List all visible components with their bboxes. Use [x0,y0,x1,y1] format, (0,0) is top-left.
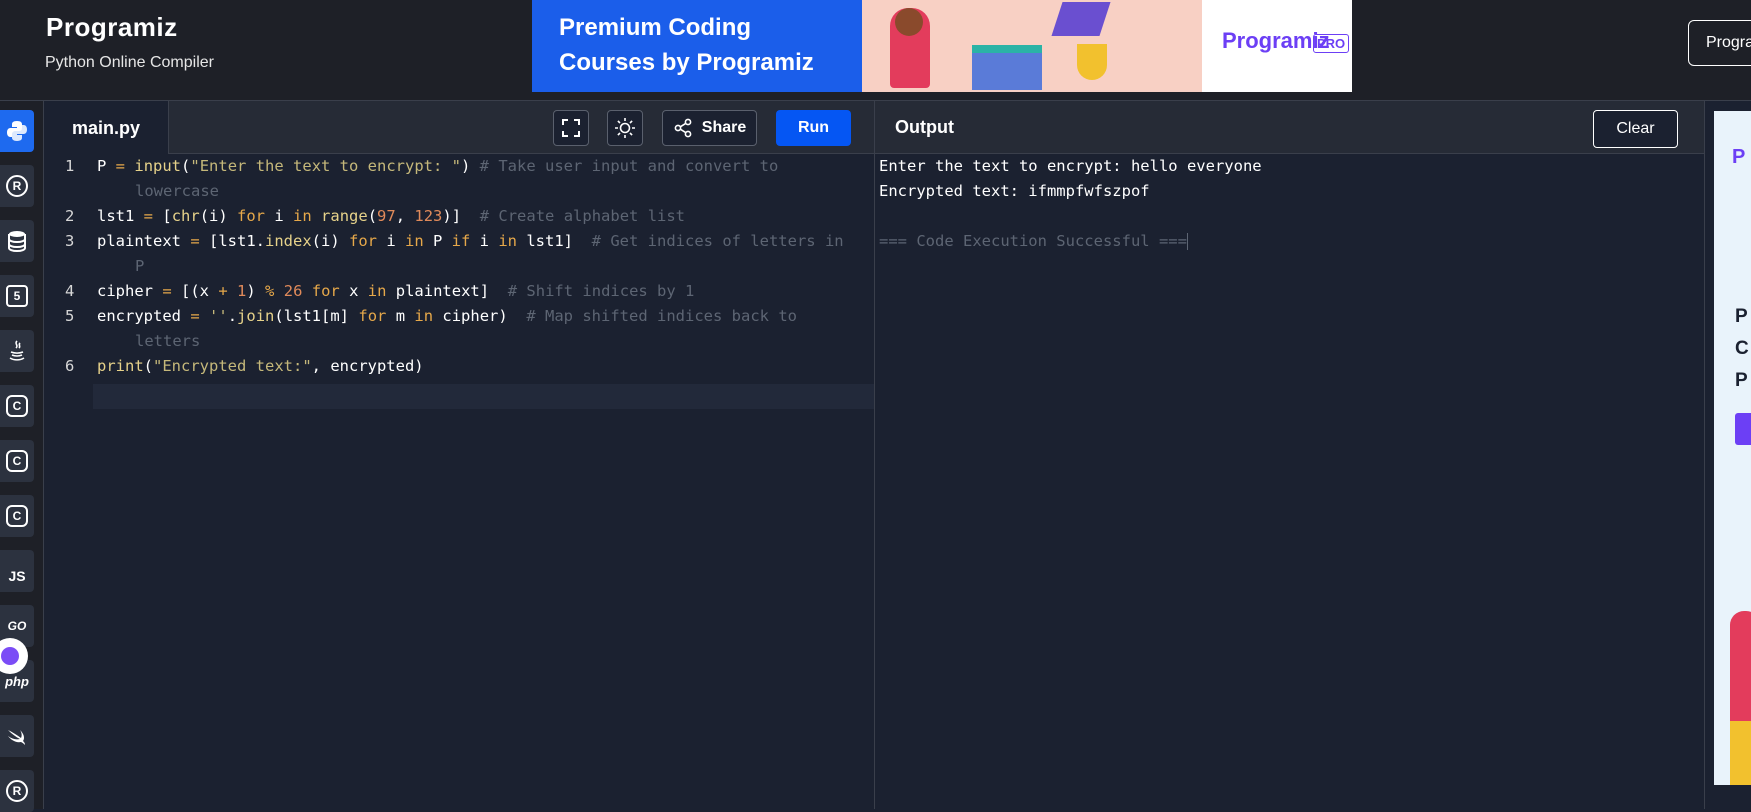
output-line: Enter the text to encrypt: hello everyon… [879,157,1262,175]
run-button[interactable]: Run [776,110,851,146]
line-number: 5 [65,307,75,325]
page-subtitle: Python Online Compiler [45,54,214,71]
banner-line-2: Courses by Programiz [559,49,814,76]
lang-java[interactable] [0,330,34,372]
person-head-illustration [895,8,923,36]
brain-icon [1,647,19,665]
code-line[interactable]: P = input("Enter the text to encrypt: ")… [97,157,778,175]
banner-illustration [862,0,1202,92]
side-ad-line: C [1735,338,1749,359]
lang-sql[interactable] [0,220,34,262]
line-number: 3 [65,232,75,250]
line-number: 1 [65,157,75,175]
fullscreen-button[interactable] [553,110,589,146]
side-ad-line: P [1735,370,1748,391]
lang-python[interactable] [0,110,34,152]
language-sidebar: R 5 C C C JS GO php R [0,101,44,812]
app-header: Programiz Python Online Compiler Premium… [0,0,1751,101]
execution-status-text: === Code Execution Successful === [879,232,1187,250]
text-cursor [1186,233,1188,250]
books-illustration [972,45,1042,90]
sun-icon [615,118,635,138]
javascript-icon: JS [8,568,26,584]
active-line-highlight [93,384,874,409]
banner-brand-panel: Programiz PRO [1202,0,1352,92]
code-line-wrap: P [135,257,145,275]
tab-main-py[interactable]: main.py [45,101,169,154]
code-line[interactable]: cipher = [(x + 1) % 26 for x in plaintex… [97,282,694,300]
code-line[interactable]: lst1 = [chr(i) for i in range(97, 123)] … [97,207,685,225]
output-title: Output [895,117,954,137]
java-icon [9,340,25,361]
lang-cpp[interactable]: C [0,440,34,482]
banner-line-1: Premium Coding [559,14,752,41]
code-editor[interactable]: 1 P = input("Enter the text to encrypt: … [45,154,874,809]
share-button[interactable]: Share [662,110,757,146]
programiz-logo[interactable]: Programiz [46,12,178,43]
output-line: Encrypted text: ifmmpfwfszpof [879,182,1150,200]
lang-rust[interactable]: R [0,770,34,812]
side-ad-text: P C P [1735,301,1749,397]
lang-javascript[interactable]: JS [0,550,34,592]
programiz-pro-button[interactable]: Progra [1688,20,1751,66]
lang-csharp[interactable]: C [0,495,34,537]
promo-banner[interactable]: Premium Coding Courses by Programiz Prog… [532,0,1352,92]
side-advertisement[interactable]: P P C P [1714,111,1751,785]
lang-swift[interactable] [0,715,34,757]
trophy-illustration [1077,44,1107,80]
code-line[interactable]: encrypted = ''.join(lst1[m] for m in cip… [97,307,797,325]
side-ad-logo: P [1732,146,1746,168]
graduation-cap-illustration [1051,2,1111,36]
share-icon [674,118,692,138]
fullscreen-icon [562,119,580,137]
python-icon [7,121,27,141]
c-icon: C [6,395,28,417]
pane-divider[interactable] [874,101,875,809]
php-icon: php [5,673,29,689]
code-line[interactable]: plaintext = [lst1.index(i) for i in P if… [97,232,844,250]
code-line-wrap: lowercase [135,182,219,200]
pro-badge: PRO [1313,34,1350,53]
csharp-icon: C [6,505,28,527]
output-toolbar: Output Clear [875,101,1704,154]
banner-text: Premium Coding Courses by Programiz [559,10,814,80]
clear-button[interactable]: Clear [1593,110,1678,148]
swift-icon [8,730,25,745]
r-icon: R [6,175,28,197]
line-number: 2 [65,207,75,225]
html5-icon: 5 [6,285,28,307]
rust-icon: R [6,780,28,802]
side-ad-cta-button[interactable] [1735,413,1751,445]
code-line[interactable]: print("Encrypted text:", encrypted) [97,357,424,375]
execution-status: === Code Execution Successful === [879,232,1188,250]
lang-r[interactable]: R [0,165,34,207]
database-icon [8,231,26,252]
person-legs-illustration [1730,721,1751,785]
side-ad-line: P [1735,306,1748,327]
theme-toggle-button[interactable] [607,110,643,146]
go-icon: GO [7,619,27,633]
lang-html[interactable]: 5 [0,275,34,317]
editor-toolbar: main.py Share Run [45,101,874,154]
cpp-icon: C [6,450,28,472]
line-number: 4 [65,282,75,300]
lang-c[interactable]: C [0,385,34,427]
code-line-wrap: letters [135,332,201,350]
line-number: 6 [65,357,75,375]
share-label: Share [701,119,747,136]
